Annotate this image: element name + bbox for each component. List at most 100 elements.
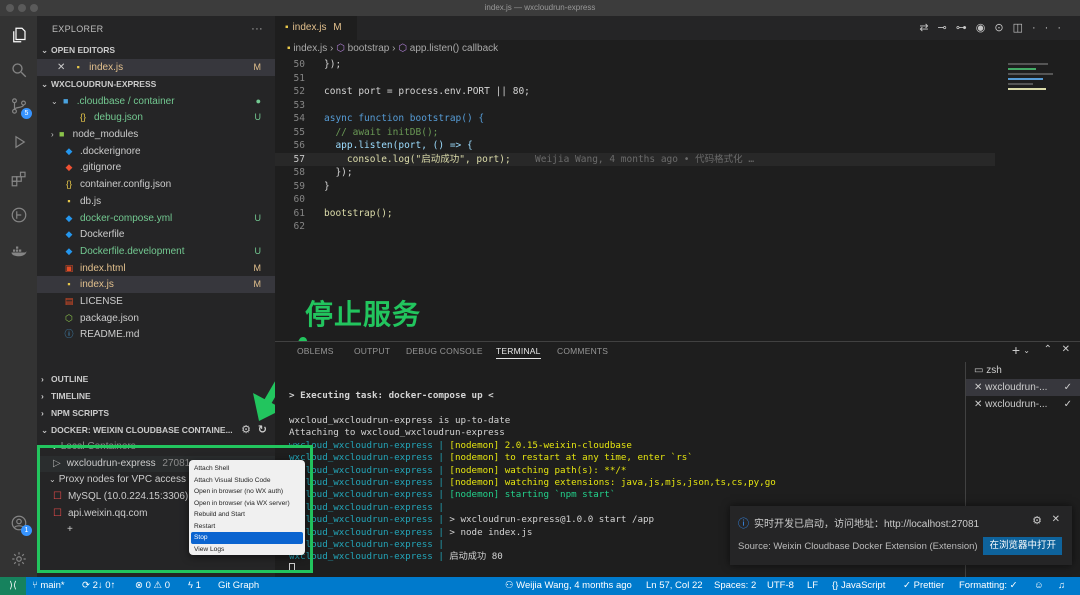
git-commit-icon[interactable]: ◉	[976, 22, 995, 34]
breadcrumb-callback[interactable]: app.listen() callback	[410, 43, 498, 54]
maximize-panel-icon[interactable]: ⌃	[1044, 344, 1052, 355]
notification-source: Source: Weixin Cloudbase Docker Extensio…	[738, 541, 978, 552]
blame-indicator[interactable]: ⚇ Weijia Wang, 4 months ago	[505, 577, 632, 595]
compare-icon[interactable]: ⇄	[919, 22, 937, 34]
menu-item-stop[interactable]: Stop	[191, 532, 303, 544]
tab-output[interactable]: OUTPUT	[354, 346, 390, 356]
tree-item-license[interactable]: ▤ LICENSE	[37, 293, 275, 310]
maximize-window-icon[interactable]	[30, 4, 38, 12]
menu-item-attach-vscode[interactable]: Attach Visual Studio Code	[189, 475, 305, 487]
feedback-icon[interactable]: ☺	[1034, 577, 1044, 595]
close-window-icon[interactable]	[6, 4, 14, 12]
tab-comments[interactable]: COMMENTS	[557, 346, 608, 356]
tree-item-node-modules[interactable]: › ■ node_modules	[37, 126, 275, 143]
check-icon: ✓	[1063, 382, 1072, 393]
timeline-header[interactable]: › TIMELINE	[37, 388, 275, 405]
more-actions-icon[interactable]: ···	[251, 16, 263, 42]
folder-icon: ■	[62, 95, 69, 106]
notifications-bell-icon[interactable]: ♫	[1058, 577, 1065, 595]
breadcrumb-function[interactable]: bootstrap	[348, 43, 390, 54]
breadcrumb-file[interactable]: index.js	[293, 43, 327, 54]
check-icon: ✓	[1063, 399, 1072, 410]
tab-debug-console[interactable]: DEBUG CONSOLE	[406, 346, 483, 356]
search-icon[interactable]	[8, 59, 29, 80]
tree-item-dockerfile-dev[interactable]: ◆ Dockerfile.development U	[37, 243, 275, 260]
go-back-icon[interactable]: ⊸	[938, 22, 956, 34]
outline-header[interactable]: › OUTLINE	[37, 371, 275, 388]
explorer-icon[interactable]	[8, 24, 29, 45]
problems-indicator[interactable]: ⊗ 0 ⚠ 0	[135, 577, 170, 595]
npm-scripts-header[interactable]: › NPM SCRIPTS	[37, 405, 275, 422]
remote-icon[interactable]: ⟩⟨	[0, 577, 26, 595]
cursor-position[interactable]: Ln 57, Col 22	[646, 577, 703, 595]
tree-item-package-json[interactable]: ⬡ package.json	[37, 310, 275, 327]
explorer-title: EXPLORER ···	[37, 16, 275, 42]
indentation[interactable]: Spaces: 2	[714, 577, 756, 595]
manage-gear-icon[interactable]	[8, 548, 29, 569]
split-editor-icon[interactable]: ◫	[1013, 22, 1032, 34]
encoding[interactable]: UTF-8	[767, 577, 794, 595]
annotation-label: 停止服务	[305, 298, 422, 331]
tree-item-readme[interactable]: ⓘ README.md	[37, 326, 275, 343]
menu-item-restart[interactable]: Restart	[189, 521, 305, 533]
menu-item-view-logs[interactable]: View Logs	[189, 544, 305, 556]
extensions-icon[interactable]	[8, 168, 29, 189]
tree-item-dockerignore[interactable]: ◆ .dockerignore	[37, 143, 275, 160]
js-file-icon: ▪	[285, 22, 289, 33]
git-graph-button[interactable]: Git Graph	[218, 577, 259, 595]
json-file-icon: {}	[79, 112, 86, 123]
chevron-down-icon[interactable]: ⌄	[1023, 346, 1030, 355]
minimap[interactable]	[1008, 60, 1068, 120]
project-header[interactable]: ⌄ WXCLOUDRUN-EXPRESS	[37, 76, 275, 93]
tree-item-debug-json[interactable]: {} debug.json U	[37, 109, 275, 126]
tree-item-cloudbase[interactable]: ⌄ ■ .cloudbase / container ●	[37, 93, 275, 110]
ports-indicator[interactable]: ϟ 1	[188, 577, 201, 595]
close-editor-icon[interactable]: ✕	[57, 62, 65, 73]
menu-item-open-browser-no-auth[interactable]: Open in browser (no WX auth)	[189, 486, 305, 498]
terminal-item-zsh[interactable]: ▭ zsh	[966, 362, 1080, 379]
account-icon[interactable]: 1	[8, 512, 32, 536]
js-file-icon: ▪	[287, 43, 291, 54]
end-of-line[interactable]: LF	[807, 577, 818, 595]
open-editor-item[interactable]: ✕ ▪ index.js M	[37, 59, 275, 76]
js-file-icon: ▪	[76, 62, 80, 72]
branch-indicator[interactable]: ⑂ main*	[32, 577, 65, 595]
source-control-icon[interactable]: 5	[8, 95, 32, 119]
docker-section-header[interactable]: ⌄ DOCKER: WEIXIN CLOUDBASE CONTAINE... ⚙ …	[37, 422, 275, 439]
menu-item-rebuild-start[interactable]: Rebuild and Start	[189, 509, 305, 521]
tab-index-js[interactable]: ▪ index.js M	[275, 16, 357, 40]
menu-item-open-browser-wx[interactable]: Open in browser (via WX server)	[189, 498, 305, 510]
terminal-item-task-1[interactable]: ✕ wxcloudrun-... ✓	[966, 379, 1080, 396]
chevron-down-icon: ⌄	[51, 96, 58, 106]
run-debug-icon[interactable]	[8, 131, 29, 152]
notification-close-icon[interactable]: ✕	[1052, 514, 1060, 525]
tree-item-db-js[interactable]: ▪ db.js	[37, 193, 275, 210]
more-actions-icon[interactable]: ···	[1032, 22, 1070, 34]
git-graph-icon[interactable]	[8, 204, 29, 225]
tree-item-dockerfile[interactable]: ◆ Dockerfile	[37, 226, 275, 243]
formatting-indicator[interactable]: Formatting: ✓	[959, 577, 1018, 595]
sync-indicator[interactable]: ⟳ 2↓ 0↑	[82, 577, 115, 595]
tree-item-gitignore[interactable]: ◆ .gitignore	[37, 159, 275, 176]
language-mode[interactable]: {} JavaScript	[832, 577, 885, 595]
notification-settings-gear-icon[interactable]: ⚙	[1032, 514, 1042, 527]
menu-item-attach-shell[interactable]: Attach Shell	[189, 463, 305, 475]
tree-item-index-js[interactable]: ▪ index.js M	[37, 276, 275, 293]
tree-item-docker-compose[interactable]: ◆ docker-compose.yml U	[37, 210, 275, 227]
info-icon: ⓘ	[738, 518, 749, 530]
go-forward-icon[interactable]: ⊶	[956, 22, 976, 34]
tree-item-index-html[interactable]: ▣ index.html M	[37, 260, 275, 277]
tab-problems[interactable]: OBLEMS	[297, 346, 334, 356]
git-file-icon: ◆	[65, 162, 73, 173]
new-terminal-button[interactable]: +	[1012, 342, 1020, 358]
open-changes-icon[interactable]: ⊙	[994, 22, 1012, 34]
docker-icon[interactable]	[8, 240, 29, 261]
tab-terminal[interactable]: TERMINAL	[496, 346, 541, 359]
terminal-item-task-2[interactable]: ✕ wxcloudrun-... ✓	[966, 396, 1080, 413]
open-in-browser-button[interactable]: 在浏览器中打开	[983, 537, 1062, 555]
open-editors-header[interactable]: ⌄ OPEN EDITORS	[37, 42, 275, 59]
prettier-indicator[interactable]: ✓ Prettier	[903, 577, 944, 595]
close-panel-icon[interactable]: ✕	[1062, 344, 1070, 355]
minimize-window-icon[interactable]	[18, 4, 26, 12]
tree-item-container-config[interactable]: {} container.config.json	[37, 176, 275, 193]
